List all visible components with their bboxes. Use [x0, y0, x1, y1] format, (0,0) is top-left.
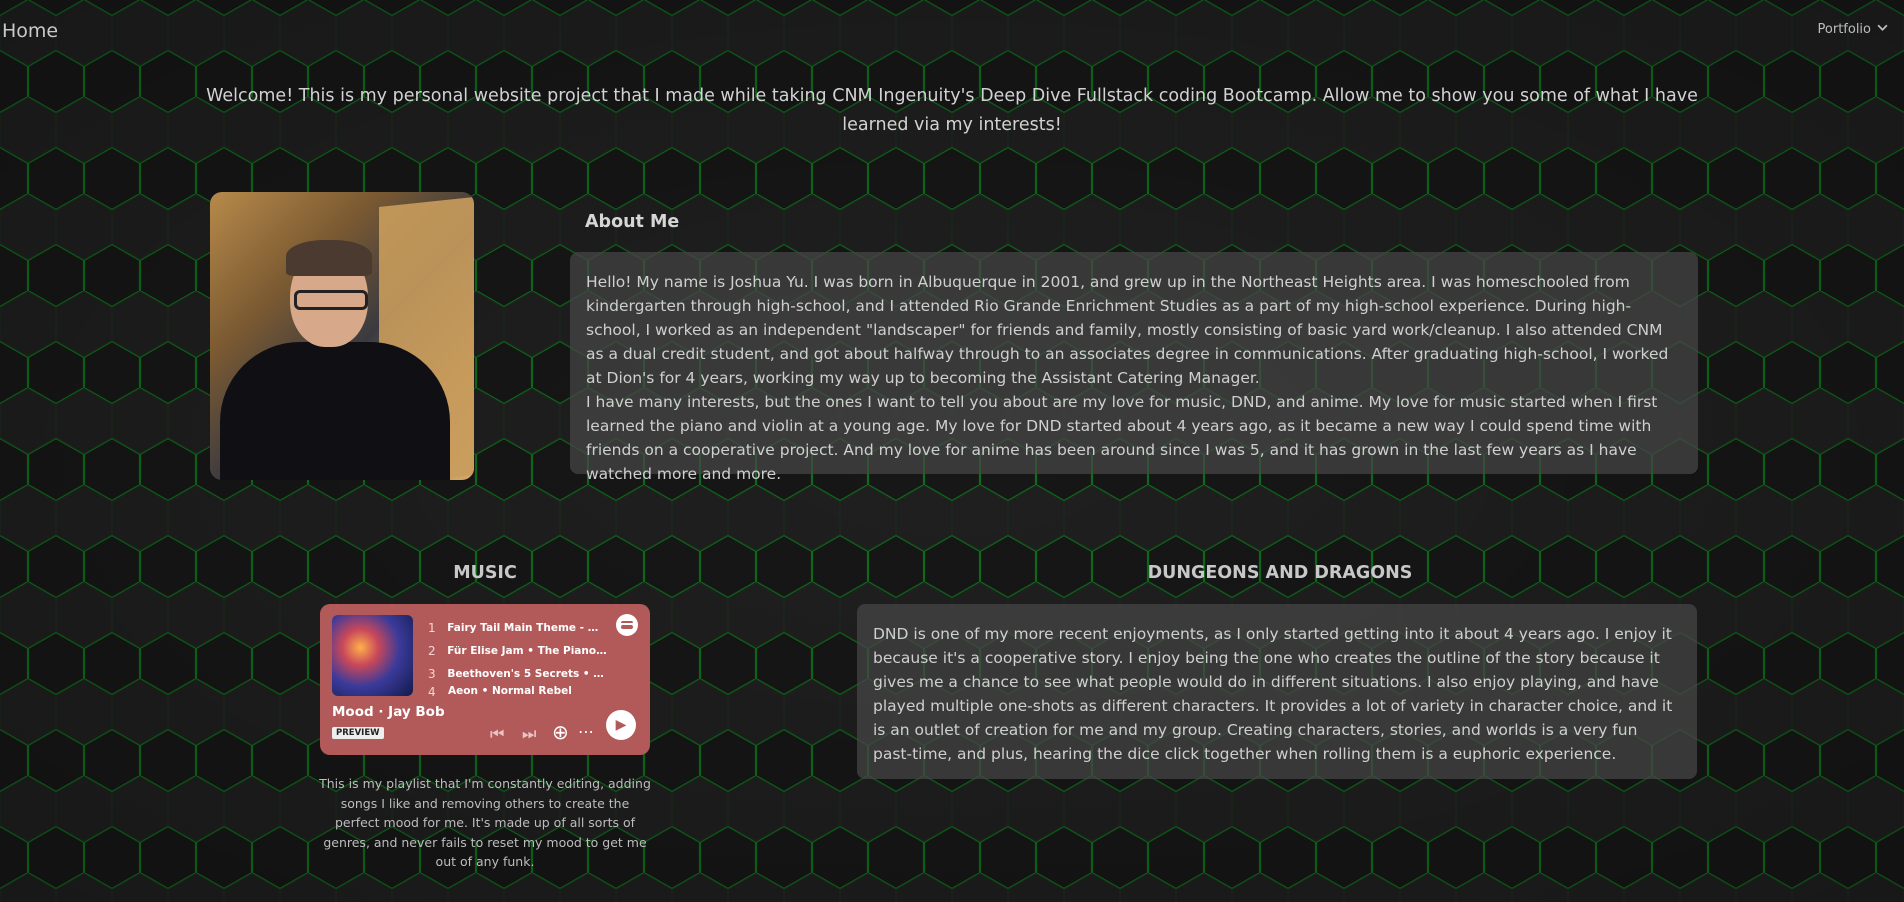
playlist-title[interactable]: Mood · Jay Bob: [332, 704, 445, 720]
photo-hair: [286, 240, 372, 276]
track-number: 1: [428, 620, 436, 635]
profile-photo: [210, 192, 474, 480]
track-item[interactable]: 4 Aeon • Normal Rebel: [428, 685, 608, 697]
track-number: 2: [428, 643, 436, 658]
skip-forward-icon[interactable]: ⏭: [522, 724, 536, 744]
track-list: 1 Fairy Tail Main Theme - Metal 2 Für Elis…: [428, 616, 608, 698]
dnd-paragraph: DND is one of my more recent enjoyments,…: [873, 625, 1673, 763]
spotify-icon[interactable]: [616, 614, 638, 636]
add-circle-icon[interactable]: ⊕: [552, 720, 569, 744]
about-title: About Me: [585, 212, 680, 232]
photo-shirt: [220, 342, 450, 480]
more-icon[interactable]: ⋯: [578, 722, 594, 741]
preview-badge: PREVIEW: [332, 727, 384, 739]
track-name: Für Elise Jam • The Piano G...: [447, 644, 608, 657]
track-item[interactable]: 2 Für Elise Jam • The Piano G...: [428, 639, 608, 662]
track-name: Fairy Tail Main Theme - Metal: [447, 621, 608, 634]
playlist-cover-image: [332, 615, 413, 696]
music-title: MUSIC: [453, 563, 517, 583]
track-name: Beethoven's 5 Secrets • Th...: [447, 667, 608, 680]
about-card: Hello! My name is Joshua Yu. I was born …: [570, 252, 1698, 483]
track-item[interactable]: 3 Beethoven's 5 Secrets • Th...: [428, 662, 608, 685]
dnd-title: DUNGEONS AND DRAGONS: [1147, 563, 1413, 583]
about-paragraph-2: I have many interests, but the ones I wa…: [586, 393, 1658, 483]
skip-back-icon[interactable]: ⏮: [490, 724, 504, 744]
track-number: 3: [428, 666, 436, 681]
about-paragraph-1: Hello! My name is Joshua Yu. I was born …: [586, 273, 1669, 387]
photo-glasses: [294, 290, 368, 310]
nav-portfolio-dropdown[interactable]: Portfolio: [1818, 22, 1888, 37]
music-caption: This is my playlist that I'm constantly …: [319, 776, 651, 869]
spotify-embed-player[interactable]: 1 Fairy Tail Main Theme - Metal 2 Für Elis…: [320, 604, 650, 755]
track-name: Aeon • Normal Rebel: [448, 685, 572, 697]
chevron-down-icon: [1877, 22, 1888, 37]
nav-home-link[interactable]: Home: [2, 20, 58, 42]
welcome-message: Welcome! This is my personal website pro…: [206, 86, 1698, 135]
track-item[interactable]: 1 Fairy Tail Main Theme - Metal: [428, 616, 608, 639]
track-number: 4: [428, 685, 436, 697]
nav-portfolio-label: Portfolio: [1817, 22, 1871, 37]
dnd-card: DND is one of my more recent enjoyments,…: [857, 604, 1697, 779]
play-icon[interactable]: ▶: [606, 710, 636, 740]
